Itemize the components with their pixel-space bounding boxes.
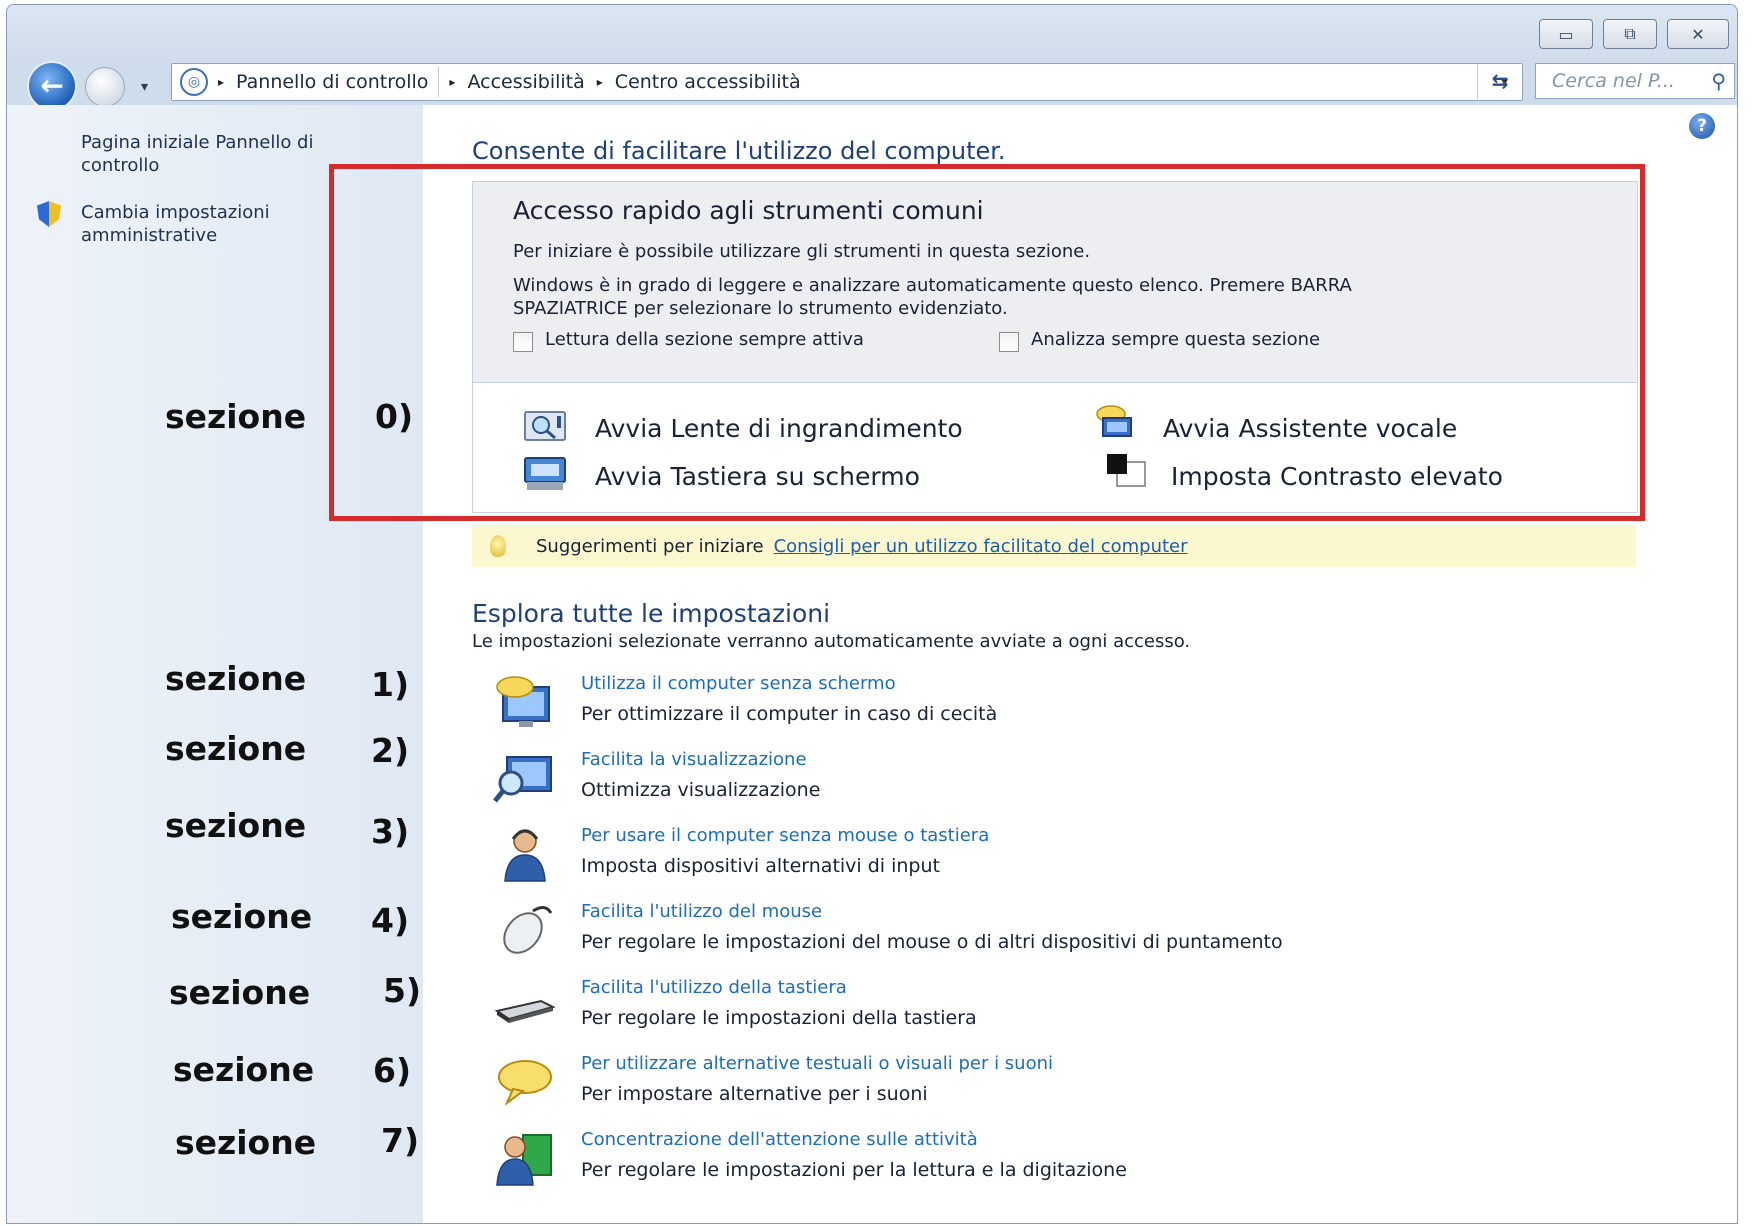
breadcrumb-separator-icon[interactable]: ▸ — [449, 75, 455, 89]
address-bar[interactable]: ◎ ▸ Pannello di controllo ▸ Accessibilit… — [171, 63, 1523, 101]
annotation-number-2: 2) — [371, 731, 410, 770]
setting-link-sound-alternatives[interactable]: Per utilizzare alternative testuali o vi… — [581, 1053, 1053, 1074]
annotation-section-6: sezione — [173, 1050, 315, 1089]
monitor-magnifier-icon[interactable] — [493, 749, 555, 807]
annotation-number-4: 4) — [371, 901, 410, 940]
annotation-section-1: sezione — [165, 659, 307, 698]
close-button[interactable]: ✕ — [1667, 19, 1729, 49]
minimize-button[interactable]: ▭ — [1539, 19, 1593, 49]
forward-button[interactable] — [85, 67, 125, 107]
breadcrumb-control-panel[interactable]: Pannello di controllo — [234, 67, 440, 97]
annotation-section-0: sezione — [165, 397, 307, 436]
setting-desc-no-display: Per ottimizzare il computer in caso di c… — [581, 703, 998, 725]
tips-link[interactable]: Consigli per un utilizzo facilitato del … — [774, 536, 1188, 557]
breadcrumb-separator-icon[interactable]: ▸ — [597, 75, 603, 89]
lightbulb-icon — [490, 535, 506, 557]
user-headset-icon[interactable] — [493, 825, 555, 883]
annotation-number-7: 7) — [381, 1121, 420, 1160]
refresh-button[interactable]: ⇆ — [1477, 63, 1522, 99]
annotation-highlight-frame — [329, 164, 1645, 521]
setting-link-mouse[interactable]: Facilita l'utilizzo del mouse — [581, 901, 822, 922]
history-dropdown-icon[interactable]: ▾ — [141, 79, 148, 95]
search-icon[interactable]: ⚲ — [1711, 69, 1726, 93]
refresh-icon: ⇆ — [1491, 69, 1509, 93]
setting-link-focus[interactable]: Concentrazione dell'attenzione sulle att… — [581, 1129, 978, 1150]
uac-shield-icon — [37, 201, 61, 227]
user-book-icon[interactable] — [493, 1129, 555, 1187]
explore-settings-subtitle: Le impostazioni selezionate verranno aut… — [472, 631, 1191, 652]
setting-link-keyboard[interactable]: Facilita l'utilizzo della tastiera — [581, 977, 847, 998]
sidebar-home-link[interactable]: Pagina iniziale Pannello di controllo — [81, 131, 371, 177]
setting-desc-no-mouse-keyboard: Imposta dispositivi alternativi di input — [581, 855, 940, 877]
setting-desc-focus: Per regolare le impostazioni per la lett… — [581, 1159, 1127, 1181]
annotation-section-5: sezione — [169, 973, 311, 1012]
setting-desc-visualization: Ottimizza visualizzazione — [581, 779, 821, 801]
setting-link-visualization[interactable]: Facilita la visualizzazione — [581, 749, 807, 770]
setting-link-no-display[interactable]: Utilizza il computer senza schermo — [581, 673, 896, 694]
annotation-number-6: 6) — [373, 1051, 412, 1090]
breadcrumb-accessibility[interactable]: Accessibilità — [465, 67, 586, 97]
breadcrumb-ease-of-access-center[interactable]: Centro accessibilità — [613, 67, 803, 97]
breadcrumb-separator-icon[interactable]: ▸ — [218, 75, 224, 89]
control-panel-icon: ◎ — [180, 68, 208, 96]
page-title: Consente di facilitare l'utilizzo del co… — [472, 137, 1006, 165]
annotation-section-4: sezione — [171, 897, 313, 936]
tips-label: Suggerimenti per iniziare — [536, 535, 764, 557]
search-placeholder: Cerca nel P... — [1552, 70, 1675, 92]
search-input[interactable]: Cerca nel P... ⚲ — [1535, 63, 1735, 99]
sidebar-admin-settings-link[interactable]: Cambia impostazioni amministrative — [81, 201, 321, 247]
annotation-section-3: sezione — [165, 806, 307, 845]
annotation-number-3: 3) — [371, 812, 410, 851]
tips-bar: Suggerimenti per iniziare Consigli per u… — [472, 525, 1636, 567]
back-arrow-icon: ← — [40, 69, 64, 102]
setting-desc-mouse: Per regolare le impostazioni del mouse o… — [581, 931, 1283, 953]
explore-settings-title: Esplora tutte le impostazioni — [472, 599, 831, 628]
mouse-icon[interactable] — [493, 901, 555, 959]
setting-link-no-mouse-keyboard[interactable]: Per usare il computer senza mouse o tast… — [581, 825, 989, 846]
navigation-bar: ← ▾ ◎ ▸ Pannello di controllo ▸ Accessib… — [7, 57, 1737, 111]
speech-bubble-icon[interactable] — [493, 1053, 555, 1111]
annotation-section-7: sezione — [175, 1123, 317, 1162]
annotation-section-2: sezione — [165, 729, 307, 768]
setting-desc-sound-alternatives: Per impostare alternative per i suoni — [581, 1083, 928, 1105]
help-icon[interactable]: ? — [1689, 113, 1715, 139]
monitor-speech-icon[interactable] — [493, 673, 555, 731]
setting-desc-keyboard: Per regolare le impostazioni della tasti… — [581, 1007, 977, 1029]
keyboard-icon[interactable] — [493, 977, 555, 1035]
back-button[interactable]: ← — [27, 61, 77, 111]
annotation-number-5: 5) — [383, 971, 422, 1010]
maximize-button[interactable]: ⧉ — [1603, 19, 1657, 49]
annotation-number-1: 1) — [371, 665, 410, 704]
